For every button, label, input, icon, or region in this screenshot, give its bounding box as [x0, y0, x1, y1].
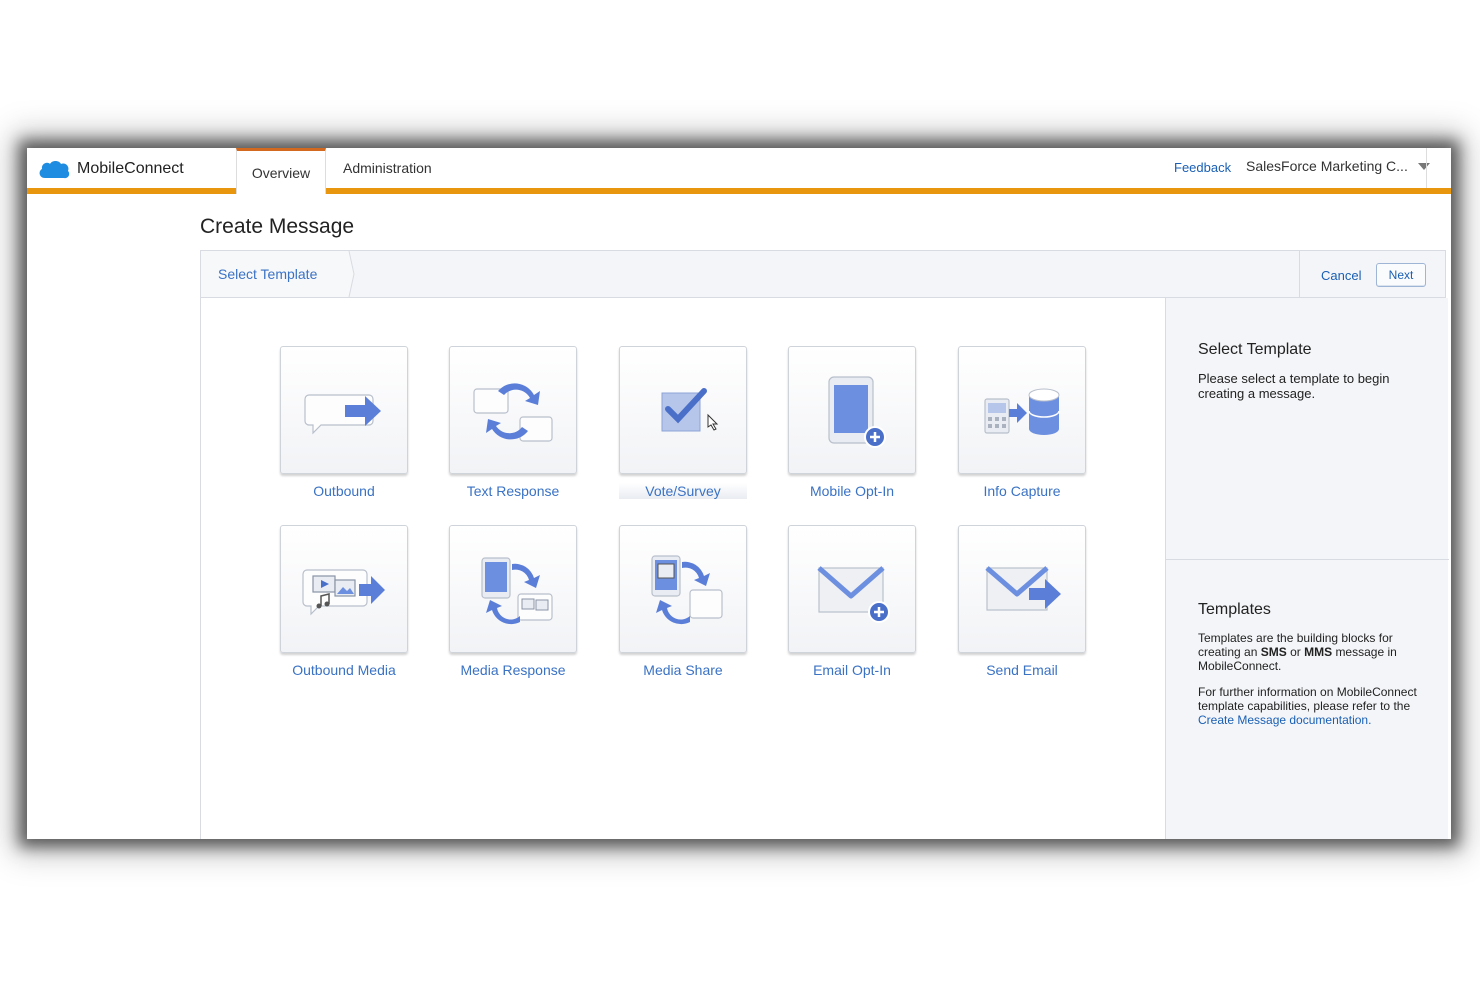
template-gallery: Outbound Text Response Vote/Survey Mobil… — [200, 298, 1166, 839]
template-tile-box[interactable] — [788, 346, 916, 474]
template-tile-box[interactable] — [449, 346, 577, 474]
template-tile-box[interactable] — [619, 525, 747, 653]
top-navigation-bar: MobileConnect Overview Administration Fe… — [27, 148, 1451, 194]
side-heading-select-template: Select Template — [1198, 341, 1312, 358]
template-tile-info-capture[interactable]: Info Capture — [958, 346, 1086, 499]
wizard-step-select-template[interactable]: Select Template — [201, 251, 349, 297]
next-button[interactable]: Next — [1376, 263, 1426, 287]
template-tile-outbound-media[interactable]: Outbound Media — [280, 525, 408, 678]
step-arrow-icon — [339, 251, 355, 297]
template-tile-media-share[interactable]: Media Share — [619, 525, 747, 678]
template-tile-box[interactable] — [449, 525, 577, 653]
app-window: MobileConnect Overview Administration Fe… — [27, 148, 1451, 839]
template-tile-box[interactable] — [958, 346, 1086, 474]
mms-label: MMS — [1304, 645, 1333, 659]
brand[interactable]: MobileConnect — [37, 156, 184, 182]
brand-name: MobileConnect — [77, 160, 184, 177]
template-tile-box[interactable] — [280, 346, 408, 474]
chevron-down-icon — [1417, 162, 1430, 170]
email-opt-in-icon — [817, 566, 890, 623]
create-message-documentation-link[interactable]: Create Message documentation — [1198, 713, 1368, 727]
template-label: Send Email — [986, 662, 1058, 678]
template-label: Outbound Media — [292, 662, 396, 678]
template-label: Outbound — [313, 483, 375, 499]
media-share-icon — [651, 555, 723, 625]
outbound-media-icon — [302, 569, 385, 616]
side-heading-templates: Templates — [1198, 601, 1271, 618]
cancel-button[interactable]: Cancel — [1311, 261, 1371, 289]
template-tile-box[interactable] — [280, 525, 408, 653]
template-label: Mobile Opt-In — [809, 483, 895, 499]
media-response-icon — [481, 557, 553, 625]
tab-administration[interactable]: Administration — [337, 148, 438, 188]
tab-overview[interactable]: Overview — [236, 148, 326, 194]
vote-survey-icon — [661, 388, 719, 432]
template-label: Vote/Survey — [619, 483, 747, 499]
template-tile-box[interactable] — [788, 525, 916, 653]
mobile-opt-in-icon — [828, 376, 886, 448]
outbound-icon — [304, 394, 381, 435]
text-fragment: . — [1368, 713, 1372, 727]
template-tile-box[interactable] — [958, 525, 1086, 653]
send-email-icon — [985, 566, 1061, 611]
template-tile-email-opt-in[interactable]: Email Opt-In — [788, 525, 916, 678]
template-label: Media Share — [643, 662, 723, 678]
salesforce-cloud-icon — [39, 161, 70, 179]
side-text-info: For further information on MobileConnect… — [1198, 685, 1418, 727]
divider — [1299, 251, 1300, 297]
side-text-templates: Templates are the building blocks for cr… — [1198, 631, 1418, 673]
side-text-select-template: Please select a template to begin creati… — [1198, 371, 1390, 401]
template-tile-vote-survey[interactable]: Vote/Survey — [619, 346, 747, 499]
info-capture-icon — [984, 388, 1060, 435]
help-side-panel: Select Template Please select a template… — [1165, 298, 1449, 839]
divider — [1426, 148, 1427, 188]
template-label: Text Response — [466, 483, 560, 499]
page-title: Create Message — [200, 215, 355, 238]
wizard-bar: Select Template Cancel Next — [200, 250, 1446, 298]
template-label: Media Response — [460, 662, 566, 678]
org-switcher[interactable]: SalesForce Marketing C... — [1246, 158, 1430, 174]
text-fragment: For further information on MobileConnect… — [1198, 685, 1417, 713]
template-tile-media-response[interactable]: Media Response — [449, 525, 577, 678]
org-switcher-label: SalesForce Marketing C... — [1246, 158, 1408, 174]
template-tile-box[interactable] — [619, 346, 747, 474]
sms-label: SMS — [1260, 645, 1287, 659]
text-response-icon — [473, 383, 553, 442]
template-tile-outbound[interactable]: Outbound — [280, 346, 408, 499]
text-fragment: or — [1290, 645, 1301, 659]
feedback-link[interactable]: Feedback — [1174, 160, 1231, 175]
divider — [1166, 559, 1449, 560]
template-label: Email Opt-In — [813, 662, 891, 678]
template-tile-send-email[interactable]: Send Email — [958, 525, 1086, 678]
template-label: Info Capture — [983, 483, 1061, 499]
template-tile-text-response[interactable]: Text Response — [449, 346, 577, 499]
template-tile-mobile-opt-in[interactable]: Mobile Opt-In — [788, 346, 916, 499]
